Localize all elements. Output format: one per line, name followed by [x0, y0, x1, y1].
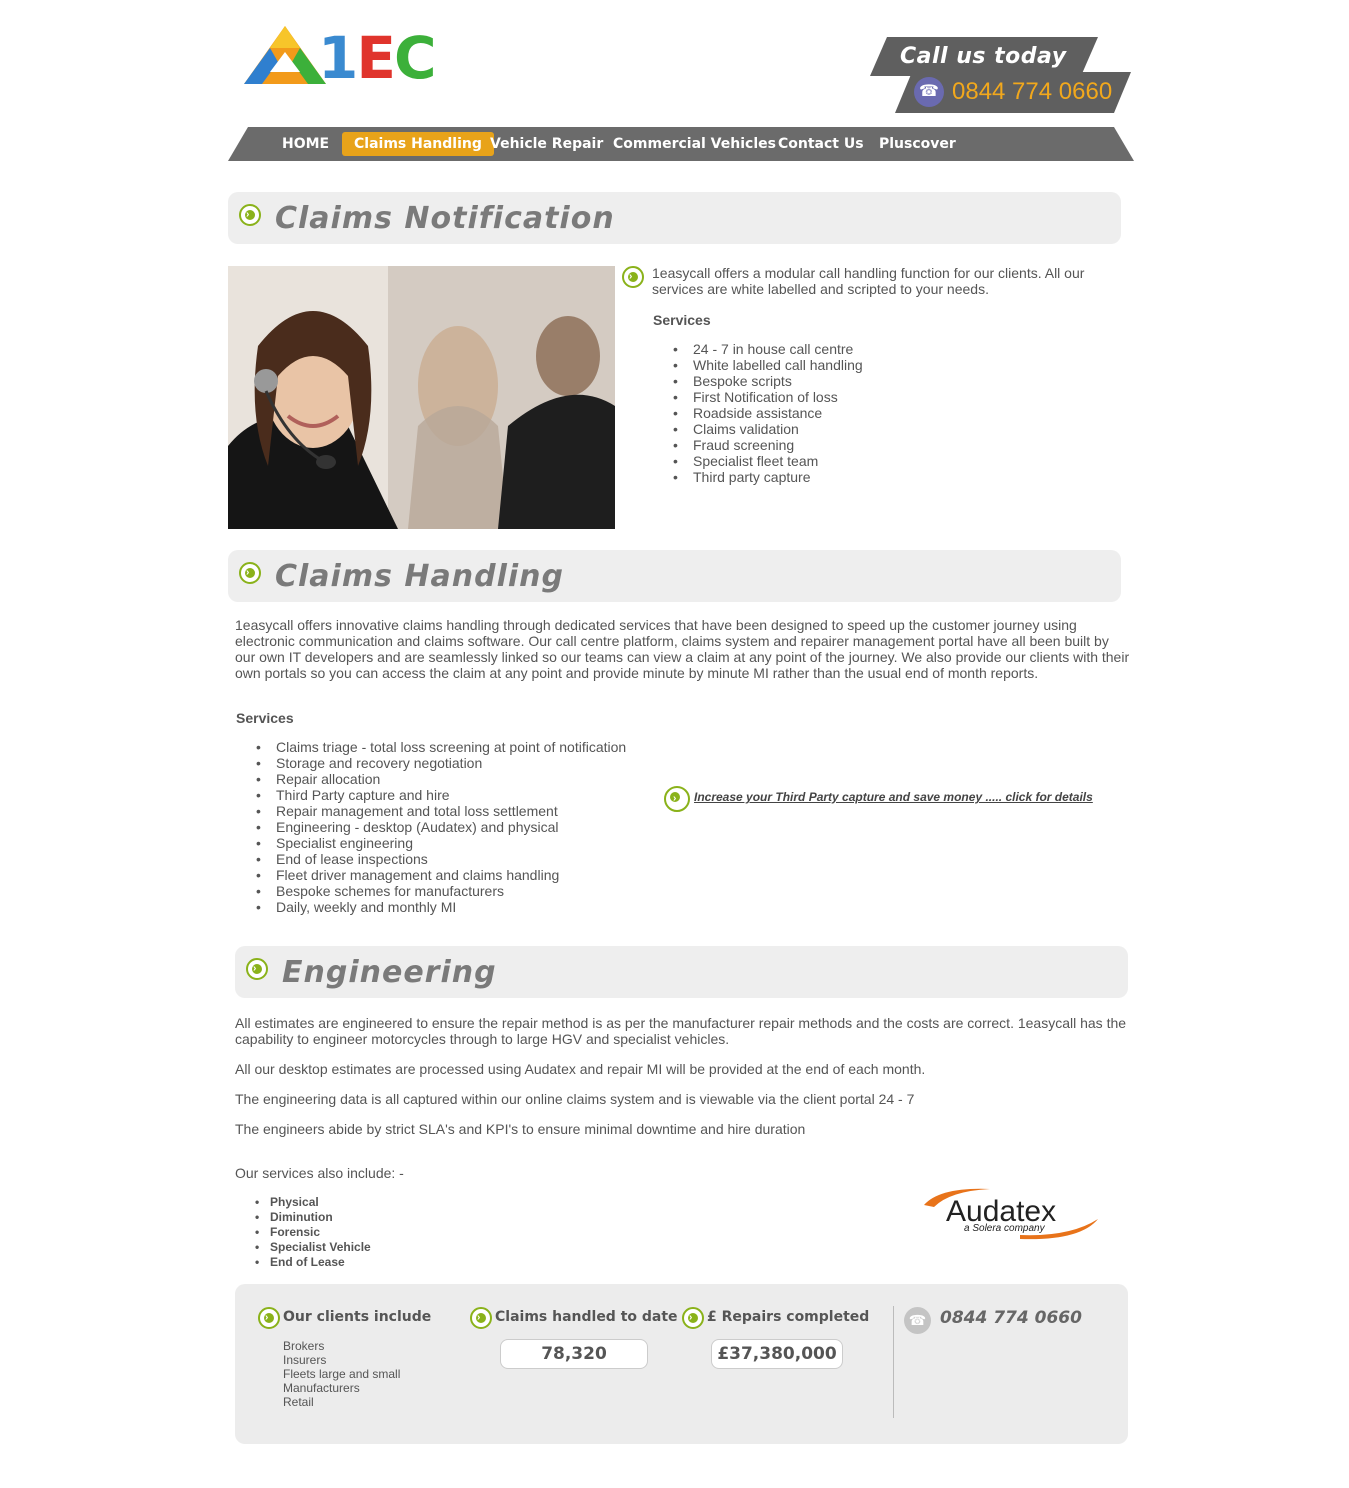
list-item: Fleet driver management and claims handl…	[236, 867, 656, 883]
header-phone-number[interactable]: 0844 774 0660	[952, 77, 1112, 107]
list-item: Storage and recovery negotiation	[236, 755, 656, 771]
list-item: Diminution	[235, 1210, 485, 1225]
list-item: Daily, weekly and monthly MI	[236, 899, 656, 915]
engineering-also-list: Physical Diminution Forensic Specialist …	[235, 1195, 485, 1270]
handling-services-label: Services	[236, 710, 294, 726]
list-item: Specialist Vehicle	[235, 1240, 485, 1255]
logo-letter-1: 1	[318, 24, 358, 92]
arrow-circle-icon: ›	[622, 266, 644, 288]
logo-text: 1EC	[318, 24, 437, 92]
third-party-capture-link[interactable]: Increase your Third Party capture and sa…	[694, 790, 1093, 804]
list-item: Engineering - desktop (Audatex) and phys…	[236, 819, 656, 835]
audatex-swoosh-icon: Audatex a Solera company	[924, 1188, 1098, 1240]
list-item: Forensic	[235, 1225, 485, 1240]
clients-list: Brokers Insurers Fleets large and small …	[283, 1339, 400, 1409]
engineering-title: Engineering	[282, 955, 497, 990]
engineering-paragraph-1: All estimates are engineered to ensure t…	[235, 1015, 1127, 1047]
clients-label: Our clients include	[283, 1309, 432, 1325]
logo-letter-c: C	[393, 24, 437, 92]
list-item: Manufacturers	[283, 1381, 360, 1395]
list-item: White labelled call handling	[653, 357, 953, 373]
engineering-also-label: Our services also include: -	[235, 1165, 404, 1181]
claims-notification-title: Claims Notification	[275, 201, 615, 236]
arrow-circle-icon: ›	[239, 562, 261, 584]
list-item: Fraud screening	[653, 437, 953, 453]
list-item: Physical	[235, 1195, 485, 1210]
footer-divider	[893, 1306, 894, 1418]
claims-handling-body: 1easycall offers innovative claims handl…	[235, 617, 1130, 681]
audatex-logo: Audatex a Solera company	[920, 1185, 1100, 1241]
engineering-paragraph-4: The engineers abide by strict SLA's and …	[235, 1121, 806, 1137]
phone-icon: ☎	[914, 77, 944, 107]
engineering-paragraph-3: The engineering data is all captured wit…	[235, 1091, 915, 1107]
logo-letter-e: E	[356, 24, 396, 92]
handling-services-list: Claims triage - total loss screening at …	[236, 739, 656, 915]
list-item: Roadside assistance	[653, 405, 953, 421]
engineering-paragraph-2: All our desktop estimates are processed …	[235, 1061, 926, 1077]
claims-handled-counter: 78,320	[500, 1339, 648, 1369]
list-item: Repair management and total loss settlem…	[236, 803, 656, 819]
list-item: Third Party capture and hire	[236, 787, 656, 803]
arrow-circle-icon: ›	[239, 204, 261, 226]
nav-claims-handling[interactable]: Claims Handling	[342, 132, 494, 156]
list-item: Repair allocation	[236, 771, 656, 787]
nav-home[interactable]: HOME	[282, 132, 329, 156]
call-centre-agent-image	[228, 266, 615, 529]
arrow-circle-icon: ›	[664, 786, 690, 812]
arrow-circle-icon: ›	[470, 1307, 492, 1329]
nav-contact-us[interactable]: Contact Us	[778, 132, 864, 156]
list-item: 24 - 7 in house call centre	[653, 341, 953, 357]
list-item: Bespoke scripts	[653, 373, 953, 389]
list-item: First Notification of loss	[653, 389, 953, 405]
claims-notification-intro: 1easycall offers a modular call handling…	[652, 265, 1085, 297]
list-item: Brokers	[283, 1339, 325, 1353]
footer-phone-number[interactable]: 0844 774 0660	[940, 1307, 1082, 1329]
list-item: Bespoke schemes for manufacturers	[236, 883, 656, 899]
list-item: Third party capture	[653, 469, 953, 485]
list-item: Fleets large and small	[283, 1367, 401, 1381]
notification-services-list: 24 - 7 in house call centre White labell…	[653, 341, 953, 485]
call-us-label: Call us today	[900, 44, 1067, 69]
list-item: End of lease inspections	[236, 851, 656, 867]
list-item: Specialist fleet team	[653, 453, 953, 469]
repairs-completed-label: £ Repairs completed	[707, 1309, 870, 1325]
list-item: Insurers	[283, 1353, 327, 1367]
arrow-circle-icon: ›	[682, 1307, 704, 1329]
arrow-circle-icon: ›	[246, 958, 268, 980]
notification-services-label: Services	[653, 312, 711, 328]
repairs-completed-counter: £37,380,000	[711, 1339, 843, 1369]
list-item: Claims validation	[653, 421, 953, 437]
claims-handling-title: Claims Handling	[275, 559, 564, 594]
list-item: End of Lease	[235, 1255, 485, 1270]
nav-vehicle-repair[interactable]: Vehicle Repair	[490, 132, 603, 156]
nav-pluscover[interactable]: Pluscover	[879, 132, 956, 156]
list-item: Claims triage - total loss screening at …	[236, 739, 656, 755]
phone-icon: ☎	[904, 1307, 931, 1334]
claims-handled-label: Claims handled to date	[495, 1309, 678, 1325]
logo-triangle-icon	[244, 26, 326, 84]
arrow-circle-icon: ›	[258, 1307, 280, 1329]
nav-commercial-vehicles[interactable]: Commercial Vehicles	[613, 132, 776, 156]
list-item: Retail	[283, 1395, 314, 1409]
audatex-tagline: a Solera company	[964, 1223, 1046, 1234]
list-item: Specialist engineering	[236, 835, 656, 851]
call-centre-photo	[228, 266, 615, 529]
